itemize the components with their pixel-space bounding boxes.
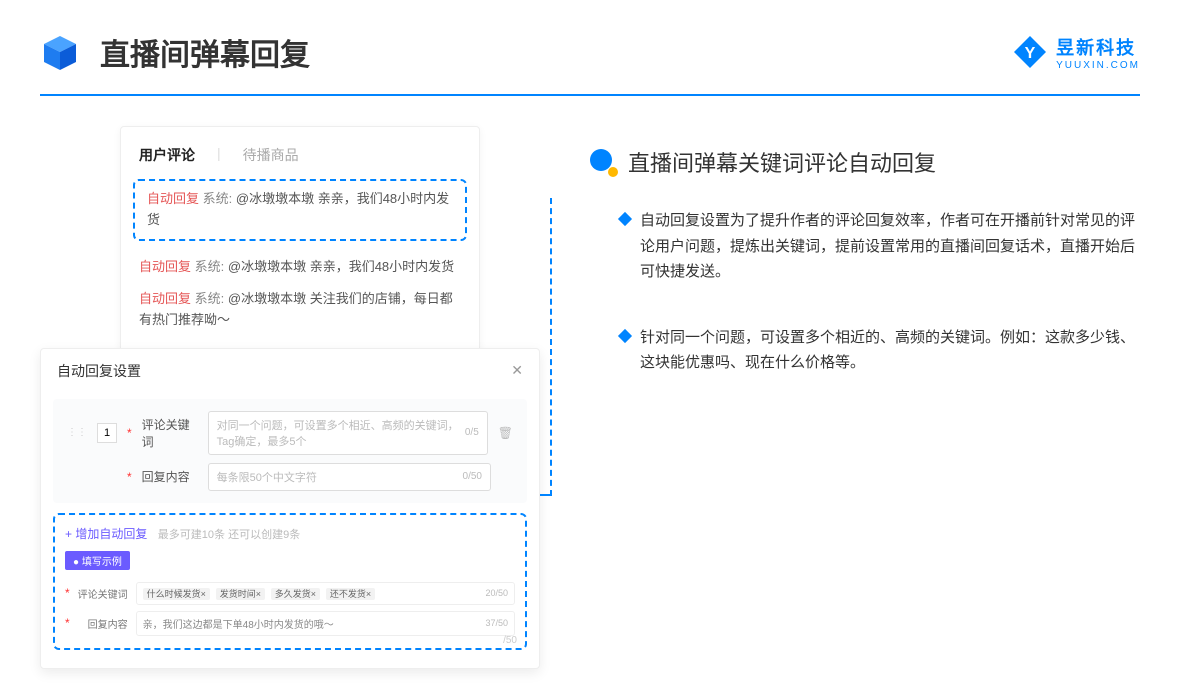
required-dot: * (127, 426, 132, 440)
keyword-placeholder: 对同一个问题，可设置多个相近、高频的关键词，Tag确定，最多5个 (217, 417, 465, 449)
brand-logo-icon: Y (1012, 34, 1048, 70)
modal-header: 自动回复设置 ✕ (41, 349, 539, 393)
tab-separator: | (217, 145, 221, 165)
keyword-label: 评论关键词 (142, 416, 198, 450)
content-input[interactable]: 每条限50个中文字符 0/50 (208, 463, 491, 491)
add-hint: 最多可建10条 还可以创建9条 (158, 529, 300, 541)
required-dot: * (65, 616, 70, 630)
drag-handle-icon[interactable]: ⋮⋮ (67, 427, 87, 438)
close-icon[interactable]: ✕ (511, 362, 523, 379)
ex-content-label: 回复内容 (78, 616, 128, 631)
brand-text: 昱新科技 YUUXIN.COM (1056, 34, 1140, 71)
comment-line: 自动回复 系统: @冰墩墩本墩 亲亲，我们48小时内发货 (141, 189, 459, 231)
comment-msg: @冰墩墩本墩 亲亲，我们48小时内发货 (228, 259, 454, 274)
example-box: + 增加自动回复 最多可建10条 还可以创建9条 ● 填写示例 * 评论关键词 … (53, 513, 527, 650)
form-group: ⋮⋮ 1 * 评论关键词 对同一个问题，可设置多个相近、高频的关键词，Tag确定… (53, 399, 527, 503)
bullet-text: 自动回复设置为了提升作者的评论回复效率，作者可在开播前针对常见的评论用户问题，提… (640, 208, 1140, 285)
modal-title: 自动回复设置 (57, 361, 141, 381)
header-left: 直播间弹幕回复 (40, 30, 310, 74)
auto-reply-tag: 自动回复 (139, 291, 191, 306)
ex-keyword-input: 什么时候发货× 发货时间× 多久发货× 还不发货× 20/50 (136, 582, 515, 605)
bullet-item: 针对同一个问题，可设置多个相近的、高频的关键词。例如：这款多少钱、这块能优惠吗、… (620, 325, 1140, 376)
header: 直播间弹幕回复 Y 昱新科技 YUUXIN.COM (0, 0, 1180, 94)
example-badge: ● 填写示例 (65, 551, 130, 570)
keyword-counter: 0/5 (465, 427, 479, 438)
add-row: + 增加自动回复 最多可建10条 还可以创建9条 (65, 525, 515, 543)
tabs: 用户评论 | 待播商品 (121, 145, 479, 179)
section-title: 直播间弹幕关键词评论自动回复 (628, 146, 936, 178)
tag-chip: 什么时候发货× (143, 588, 210, 600)
ex-tags: 什么时候发货× 发货时间× 多久发货× 还不发货× (143, 587, 378, 600)
example-content-row: * 回复内容 亲，我们这边都是下单48小时内发货的哦～ 37/50 (65, 611, 515, 636)
brand-name: 昱新科技 (1056, 34, 1140, 60)
page-title: 直播间弹幕回复 (100, 30, 310, 74)
content-placeholder: 每条限50个中文字符 (217, 469, 317, 485)
trash-icon[interactable]: 🗑 (498, 426, 513, 440)
required-dot: * (65, 586, 70, 600)
comment-line: 自动回复 系统: @冰墩墩本墩 亲亲，我们48小时内发货 (121, 251, 479, 284)
example-keyword-row: * 评论关键词 什么时候发货× 发货时间× 多久发货× 还不发货× 20/50 (65, 582, 515, 605)
ex-content-input: 亲，我们这边都是下单48小时内发货的哦～ 37/50 (136, 611, 515, 636)
required-dot: * (127, 470, 132, 484)
system-label: 系统: (195, 259, 225, 274)
system-label: 系统: (203, 191, 233, 206)
ex-keyword-label: 评论关键词 (78, 586, 128, 601)
add-auto-reply-link[interactable]: + 增加自动回复 (65, 527, 147, 541)
connector-line (550, 198, 552, 496)
content-row: * 回复内容 每条限50个中文字符 0/50 (67, 463, 513, 491)
diamond-icon (618, 212, 632, 226)
section-title-row: 直播间弹幕关键词评论自动回复 (590, 146, 1140, 178)
svg-text:Y: Y (1025, 45, 1036, 62)
tag-chip: 还不发货× (326, 588, 375, 600)
ex-content-counter: 37/50 (485, 618, 508, 628)
ex-keyword-counter: 20/50 (485, 588, 508, 598)
highlighted-comment: 自动回复 系统: @冰墩墩本墩 亲亲，我们48小时内发货 (133, 179, 467, 241)
keyword-input[interactable]: 对同一个问题，可设置多个相近、高频的关键词，Tag确定，最多5个 0/5 (208, 411, 488, 455)
tab-products[interactable]: 待播商品 (243, 145, 299, 165)
bullet-icon (590, 149, 616, 175)
left-column: 用户评论 | 待播商品 自动回复 系统: @冰墩墩本墩 亲亲，我们48小时内发货… (40, 126, 560, 669)
diamond-icon (618, 328, 632, 342)
cube-icon (40, 32, 80, 72)
bullet-item: 自动回复设置为了提升作者的评论回复效率，作者可在开播前针对常见的评论用户问题，提… (620, 208, 1140, 285)
connector-line (540, 494, 552, 496)
tag-chip: 发货时间× (216, 588, 265, 600)
index-box: 1 (97, 423, 117, 443)
content: 用户评论 | 待播商品 自动回复 系统: @冰墩墩本墩 亲亲，我们48小时内发货… (0, 96, 1180, 699)
tab-user-comments[interactable]: 用户评论 (139, 145, 195, 165)
comments-panel: 用户评论 | 待播商品 自动回复 系统: @冰墩墩本墩 亲亲，我们48小时内发货… (120, 126, 480, 356)
comment-line: 自动回复 系统: @冰墩墩本墩 关注我们的店铺，每日都有热门推荐呦～ (121, 283, 479, 337)
keyword-row: ⋮⋮ 1 * 评论关键词 对同一个问题，可设置多个相近、高频的关键词，Tag确定… (67, 411, 513, 455)
content-counter: 0/50 (463, 471, 482, 482)
bullet-text: 针对同一个问题，可设置多个相近的、高频的关键词。例如：这款多少钱、这块能优惠吗、… (640, 325, 1140, 376)
float-counter: /50 (503, 635, 517, 646)
right-column: 直播间弹幕关键词评论自动回复 自动回复设置为了提升作者的评论回复效率，作者可在开… (590, 126, 1140, 669)
system-label: 系统: (195, 291, 225, 306)
tag-chip: 多久发货× (271, 588, 320, 600)
brand: Y 昱新科技 YUUXIN.COM (1012, 34, 1140, 71)
auto-reply-tag: 自动回复 (139, 259, 191, 274)
brand-url: YUUXIN.COM (1056, 60, 1140, 71)
content-label: 回复内容 (142, 468, 198, 485)
auto-reply-tag: 自动回复 (147, 191, 199, 206)
ex-content-value: 亲，我们这边都是下单48小时内发货的哦～ (143, 616, 334, 631)
settings-modal: 自动回复设置 ✕ ⋮⋮ 1 * 评论关键词 对同一个问题，可设置多个相近、高频的… (40, 348, 540, 669)
